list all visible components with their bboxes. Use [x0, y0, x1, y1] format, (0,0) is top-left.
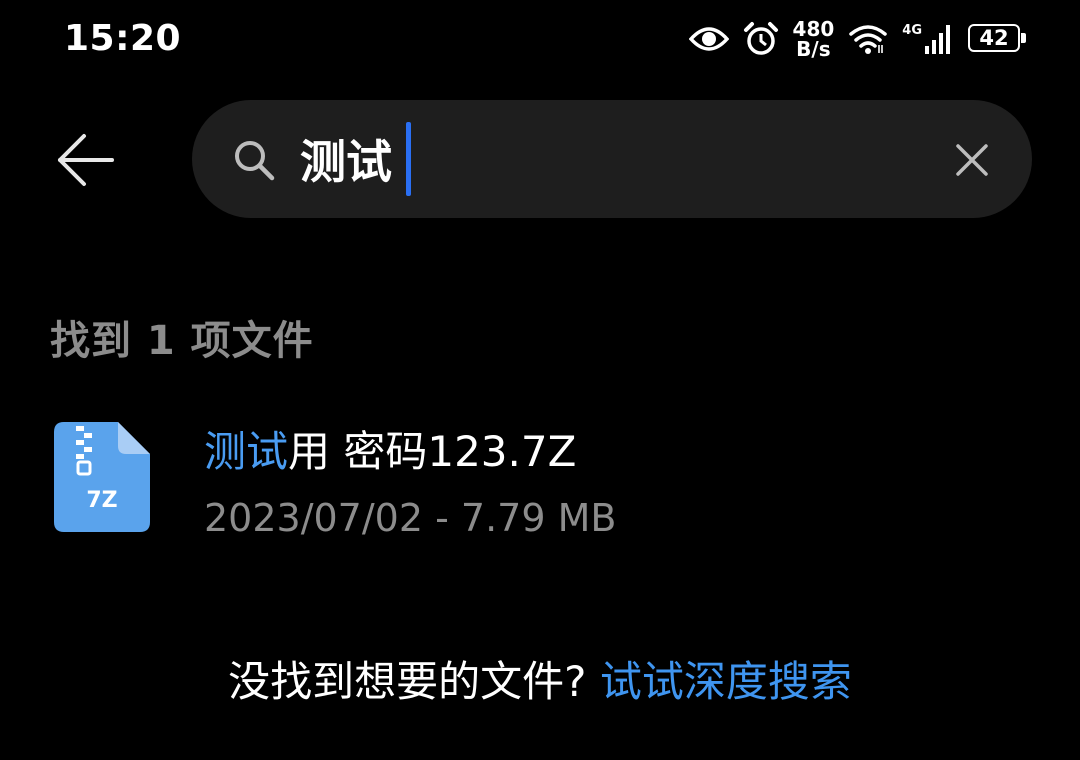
battery-level: 42: [979, 26, 1009, 50]
alarm-icon: [743, 22, 778, 55]
file-name-highlight: 测试: [204, 427, 289, 476]
status-time: 15:20: [64, 18, 182, 59]
network-type: 4G: [902, 23, 922, 38]
search-input[interactable]: [300, 128, 920, 190]
search-icon: [235, 141, 275, 181]
battery-indicator: 42: [968, 24, 1028, 54]
network-speed-unit: B/s: [796, 37, 831, 61]
status-icons: 480 B/s 4G 42: [688, 14, 1028, 64]
text-cursor: [406, 122, 411, 196]
file-type-label: 7Z: [86, 488, 117, 513]
cellular-signal: 4G: [902, 24, 954, 54]
file-name-rest: 用 密码123.7Z: [288, 427, 577, 476]
file-name: 测试用 密码123.7Z: [204, 418, 576, 479]
network-speed-value: 480: [792, 17, 835, 41]
wifi-icon: [849, 25, 888, 54]
deep-search-link[interactable]: 试试深度搜索: [600, 657, 852, 706]
eye-icon: [688, 27, 729, 51]
archive-file-icon: 7Z: [54, 422, 150, 532]
clear-search-button[interactable]: [944, 132, 1000, 188]
close-icon: [956, 144, 988, 176]
network-speed: 480 B/s: [793, 19, 835, 59]
back-button[interactable]: [44, 120, 124, 200]
signal-bars-icon: [925, 25, 950, 54]
back-arrow-icon: [58, 134, 114, 186]
deep-search-prompt: 没找到想要的文件? 试试深度搜索: [0, 648, 1080, 709]
result-count: 找到 1 项文件: [50, 318, 314, 364]
deep-search-question: 没找到想要的文件?: [228, 657, 600, 706]
file-meta: 2023/07/02 - 7.79 MB: [204, 496, 617, 540]
battery-tip: [1021, 33, 1026, 43]
